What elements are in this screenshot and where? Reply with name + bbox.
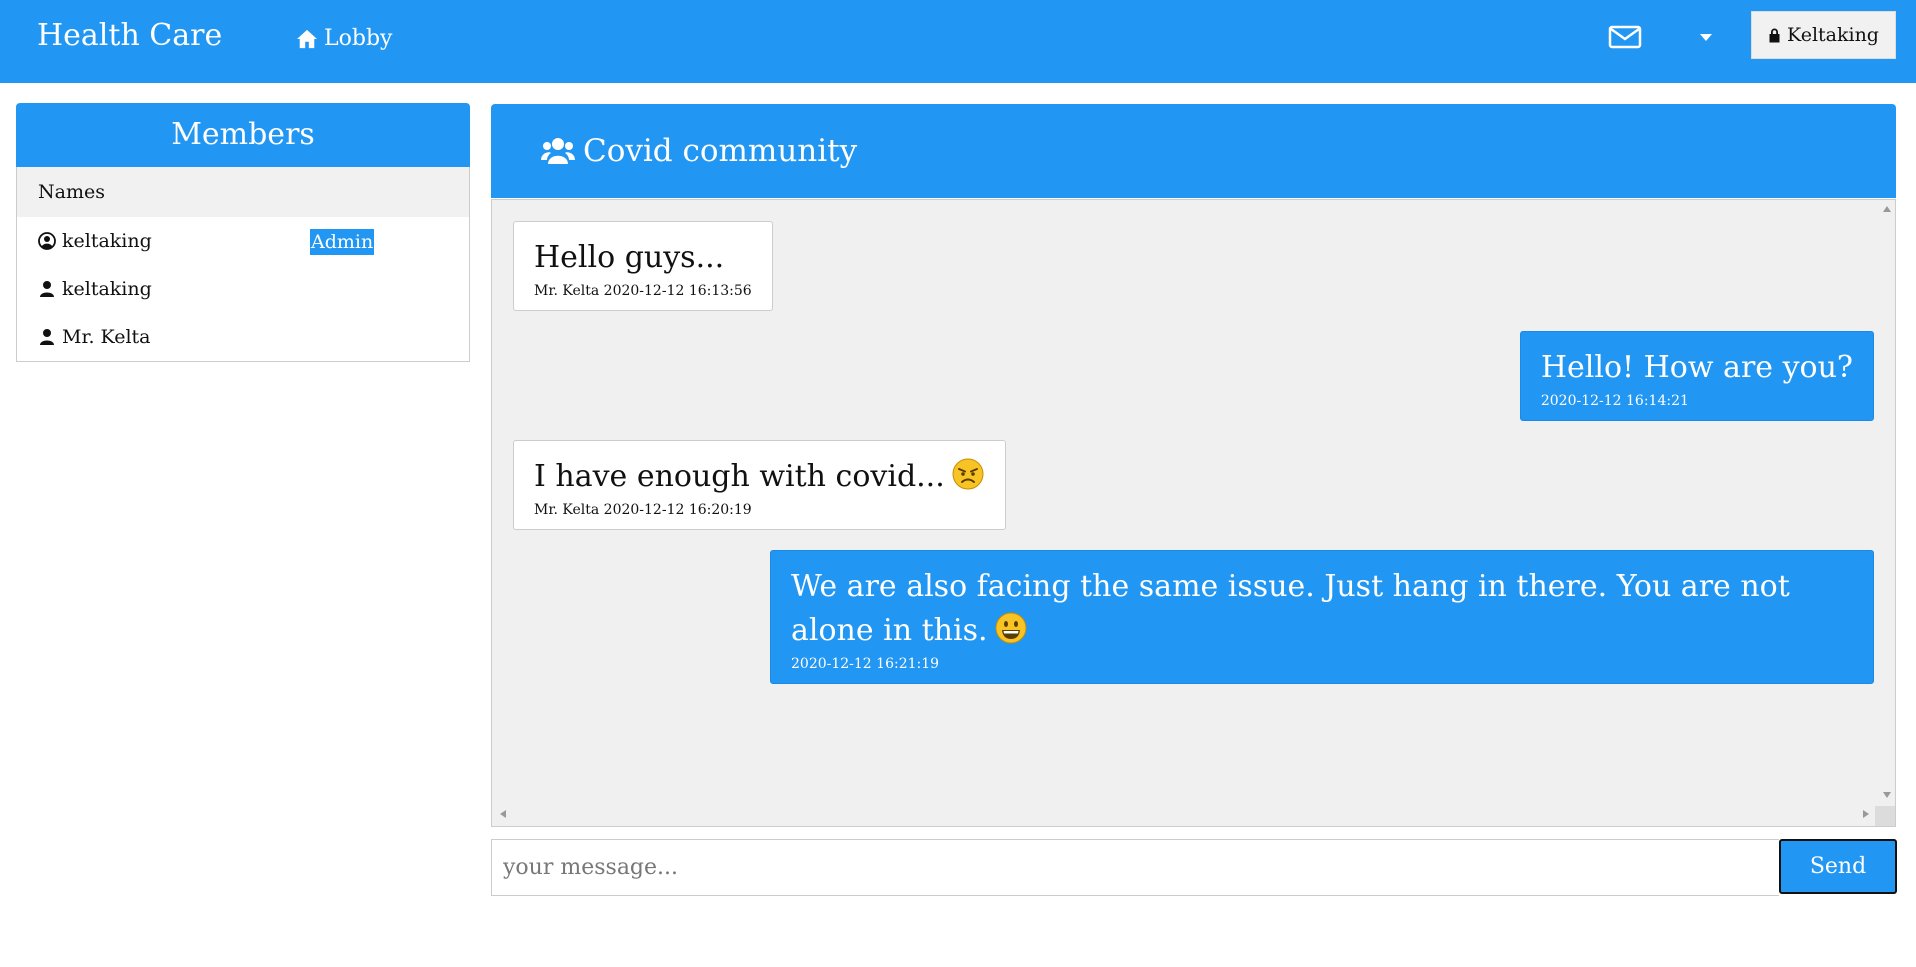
- member-row[interactable]: keltaking Admin: [17, 217, 469, 265]
- scroll-right-arrow[interactable]: [1863, 810, 1869, 818]
- user-circle-icon: [38, 232, 56, 250]
- message-incoming: Hello guys... Mr. Kelta 2020-12-12 16:13…: [513, 221, 773, 311]
- lock-icon: [1769, 28, 1780, 43]
- member-row[interactable]: Mr. Kelta: [17, 313, 469, 361]
- user-icon: [40, 281, 54, 297]
- message-text: Hello guys...: [534, 240, 725, 275]
- members-panel-title: Members: [16, 103, 470, 167]
- message-text: I have enough with covid...: [534, 459, 945, 494]
- member-name: keltaking: [62, 278, 152, 300]
- member-row[interactable]: keltaking: [17, 265, 469, 313]
- member-name: keltaking: [62, 230, 152, 252]
- scroll-down-arrow[interactable]: [1883, 792, 1891, 798]
- message-meta: 2020-12-12 16:14:21: [1540, 393, 1689, 409]
- message-outgoing: We are also facing the same issue. Just …: [770, 550, 1874, 684]
- lobby-label: Lobby: [324, 26, 393, 51]
- users-icon: [541, 138, 575, 164]
- mail-icon[interactable]: [1608, 20, 1642, 54]
- scrollbar-corner: [1875, 806, 1895, 826]
- lobby-link[interactable]: Lobby: [296, 24, 392, 54]
- names-column-header: Names: [17, 167, 469, 217]
- member-name: Mr. Kelta: [62, 326, 151, 348]
- message-meta: 2020-12-12 16:21:19: [791, 656, 940, 672]
- chevron-down-icon[interactable]: [1697, 30, 1715, 44]
- send-button[interactable]: Send: [1779, 839, 1897, 894]
- user-account-label: Keltaking: [1787, 24, 1879, 46]
- message-input[interactable]: [491, 839, 1779, 896]
- message-meta: Mr. Kelta 2020-12-12 16:20:19: [534, 502, 752, 518]
- message-text: Hello! How are you?: [1540, 350, 1853, 385]
- message-text: We are also facing the same issue. Just …: [791, 569, 1790, 648]
- message-meta: Mr. Kelta 2020-12-12 16:13:56: [534, 283, 752, 299]
- brand-title[interactable]: Health Care: [37, 16, 222, 56]
- scroll-up-arrow[interactable]: [1883, 206, 1891, 212]
- message-outgoing: Hello! How are you? 2020-12-12 16:14:21: [1519, 331, 1874, 421]
- chat-room-header: Covid community: [491, 104, 1896, 198]
- angry-face-icon: [952, 458, 984, 490]
- grinning-face-icon: [995, 612, 1027, 644]
- members-table: Names keltaking Admin keltaking Mr. Kelt…: [16, 167, 470, 362]
- user-icon: [40, 329, 54, 345]
- top-navbar: Health Care Lobby Keltaking: [0, 0, 1916, 83]
- user-account-button[interactable]: Keltaking: [1751, 11, 1896, 59]
- home-icon: [297, 29, 317, 49]
- message-incoming: I have enough with covid... Mr. Kelta 20…: [513, 440, 1006, 530]
- chat-room-title: Covid community: [583, 133, 858, 169]
- chat-messages-area[interactable]: Hello guys... Mr. Kelta 2020-12-12 16:13…: [491, 199, 1896, 827]
- admin-badge: Admin: [310, 229, 375, 255]
- scroll-left-arrow[interactable]: [500, 810, 506, 818]
